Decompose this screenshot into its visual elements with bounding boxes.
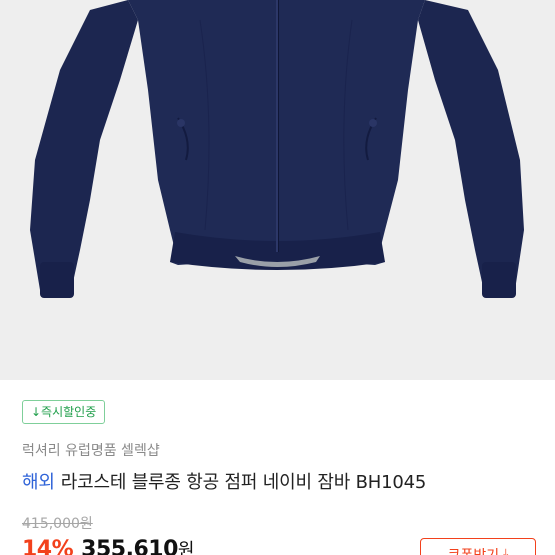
sale-price: 355,610 (81, 537, 178, 555)
original-price: 415,000원 (22, 516, 93, 532)
coupon-button-label: 쿠폰받기 (448, 545, 500, 555)
product-title[interactable]: 해외 라코스테 블루종 항공 점퍼 네이비 잠바 BH1045 (22, 468, 542, 494)
instant-discount-label: ↓즉시할인중 (31, 405, 97, 419)
jacket-illustration (0, 0, 555, 380)
product-title-text: 라코스테 블루종 항공 점퍼 네이비 잠바 BH1045 (60, 472, 427, 493)
coupon-download-button[interactable]: 쿠폰받기 ⤓ (420, 538, 536, 555)
price-row: 14% 355,610원 (22, 536, 194, 555)
instant-discount-tag: ↓즉시할인중 (22, 400, 106, 424)
currency-unit: 원 (177, 540, 195, 555)
download-icon: ⤓ (503, 546, 509, 555)
discount-rate: 14% (22, 537, 74, 555)
overseas-label: 해외 (22, 472, 55, 493)
seller-name[interactable]: 럭셔리 유럽명품 셀렉샵 (22, 440, 160, 460)
product-image[interactable] (0, 0, 555, 380)
